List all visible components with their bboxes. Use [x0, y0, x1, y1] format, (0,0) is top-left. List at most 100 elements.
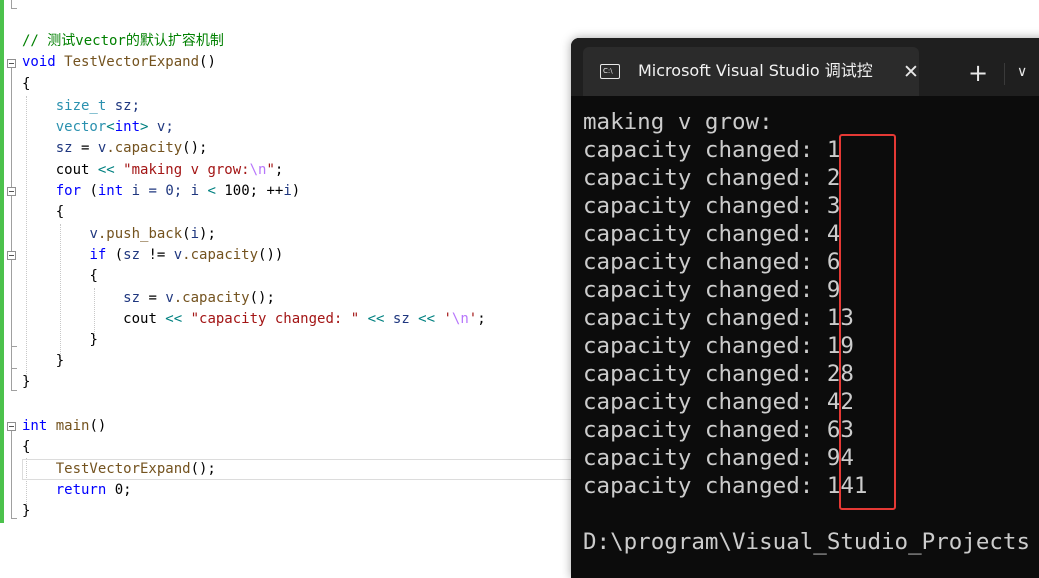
tab-title-fade — [877, 47, 897, 96]
code-line[interactable]: { — [22, 74, 30, 95]
keyword: int — [22, 418, 48, 434]
operator: << — [359, 311, 393, 327]
number-literal: 0; — [106, 482, 132, 498]
console-line: capacity changed: 4 — [583, 220, 1030, 248]
escape-sequence: \n — [249, 162, 267, 178]
punctuation: ) — [291, 183, 301, 199]
console-line-prefix: capacity changed: — [583, 305, 827, 331]
brace: } — [22, 503, 31, 519]
variable: cout — [123, 311, 157, 327]
code-line[interactable]: return 0; — [22, 480, 132, 501]
brace: } — [55, 353, 65, 369]
comment: // 测试vector的默认扩容机制 — [22, 33, 224, 49]
operator: < — [199, 183, 225, 199]
console-line: capacity changed: 63 — [583, 416, 1030, 444]
function-name: main — [55, 418, 90, 434]
method-call: .capacity — [182, 247, 259, 263]
keyword: return — [55, 482, 107, 498]
punctuation: (); — [182, 140, 208, 156]
collapse-icon[interactable] — [7, 422, 16, 431]
code-line[interactable]: int main() — [22, 416, 106, 437]
code-line[interactable]: v.push_back(i); — [22, 224, 216, 245]
console-line: capacity changed: 9 — [583, 276, 1030, 304]
punctuation: (); — [190, 461, 216, 477]
punctuation: ; — [274, 162, 284, 178]
code-line[interactable]: vector<int> v; — [22, 117, 174, 138]
outline-end — [11, 346, 17, 347]
code-line[interactable]: size_t sz; — [22, 96, 140, 117]
brace: { — [22, 76, 31, 92]
char-literal: ' — [468, 311, 478, 327]
variable: sz — [123, 247, 141, 263]
new-tab-icon[interactable]: + — [968, 61, 988, 85]
brace: { — [55, 204, 65, 220]
terminal-titlebar[interactable]: C:\ Microsoft Visual Studio 调试控 ✕ + ∨ — [571, 38, 1039, 96]
console-line: capacity changed: 19 — [583, 332, 1030, 360]
code-line[interactable]: if (sz != v.capacity()) — [22, 245, 283, 266]
code-line[interactable]: { — [22, 266, 97, 287]
console-line: capacity changed: 6 — [583, 248, 1030, 276]
console-header-line: making v grow: — [583, 109, 773, 135]
punctuation: ( — [106, 247, 124, 263]
brace: { — [22, 439, 31, 455]
console-line-prefix: capacity changed: — [583, 277, 827, 303]
terminal-tab[interactable]: C:\ Microsoft Visual Studio 调试控 — [583, 47, 919, 96]
console-line: capacity changed: 141 — [583, 472, 1030, 500]
operator: << — [89, 162, 124, 178]
code-line[interactable]: } — [22, 372, 30, 393]
code-line[interactable]: { — [22, 202, 64, 223]
collapse-icon[interactable] — [7, 251, 16, 260]
punctuation: ; — [477, 311, 486, 327]
terminal-window[interactable]: C:\ Microsoft Visual Studio 调试控 ✕ + ∨ ma… — [571, 38, 1039, 578]
operator: = — [72, 140, 98, 156]
operator: = — [140, 290, 166, 306]
code-line[interactable]: cout << "capacity changed: " << sz << '\… — [22, 309, 486, 330]
outline-end — [11, 390, 17, 391]
code-line[interactable]: cout << "making v grow:\n"; — [22, 160, 284, 181]
console-line-prefix: capacity changed: — [583, 417, 827, 443]
keyword: if — [89, 247, 107, 263]
variable: i — [283, 183, 292, 199]
variable: v — [173, 247, 183, 263]
code-line[interactable]: sz = v.capacity(); — [22, 138, 208, 159]
variable: sz — [55, 140, 73, 156]
outline-end — [11, 518, 17, 519]
variable: v — [89, 226, 98, 242]
close-tab-icon[interactable]: ✕ — [903, 62, 919, 82]
outline-line — [11, 0, 12, 8]
chevron-down-icon[interactable]: ∨ — [1017, 64, 1027, 80]
console-path-line: D:\program\Visual_Studio_Projects — [583, 529, 1031, 555]
punctuation: ); — [199, 226, 216, 242]
code-line[interactable]: } — [22, 501, 30, 522]
console-output[interactable]: making v grow: capacity changed: 1 capaci… — [583, 108, 1030, 556]
console-line: capacity changed: 2 — [583, 164, 1030, 192]
operator: != — [140, 247, 174, 263]
console-line-prefix: capacity changed: — [583, 137, 827, 163]
console-line-prefix: capacity changed: — [583, 249, 827, 275]
method-call: .capacity — [106, 140, 183, 156]
variable: v; — [148, 119, 174, 135]
console-line: capacity changed: 94 — [583, 444, 1030, 472]
keyword: void — [22, 54, 56, 70]
code-line[interactable]: for (int i = 0; i < 100; ++i) — [22, 181, 301, 202]
code-line[interactable]: { — [22, 437, 30, 458]
variable: i — [190, 183, 200, 199]
code-line[interactable]: TestVectorExpand(); — [22, 459, 216, 480]
console-icon: C:\ — [600, 64, 620, 79]
collapse-icon[interactable] — [7, 187, 16, 196]
code-line[interactable]: } — [22, 351, 64, 372]
method-call: .push_back — [97, 226, 183, 242]
code-line[interactable]: // 测试vector的默认扩容机制 — [22, 31, 224, 52]
keyword: for — [55, 183, 82, 199]
variable: cout — [55, 162, 90, 178]
outline-end — [11, 8, 17, 9]
code-line[interactable]: } — [22, 330, 97, 351]
code-line[interactable]: sz = v.capacity(); — [22, 288, 275, 309]
collapse-icon[interactable] — [7, 59, 16, 68]
brace: } — [22, 374, 31, 390]
operator: ; ++ — [249, 183, 284, 199]
type-name: size_t — [55, 98, 107, 114]
operator: < — [106, 119, 115, 135]
number-literal: 100 — [224, 183, 250, 199]
code-line[interactable]: void TestVectorExpand() — [22, 52, 216, 73]
